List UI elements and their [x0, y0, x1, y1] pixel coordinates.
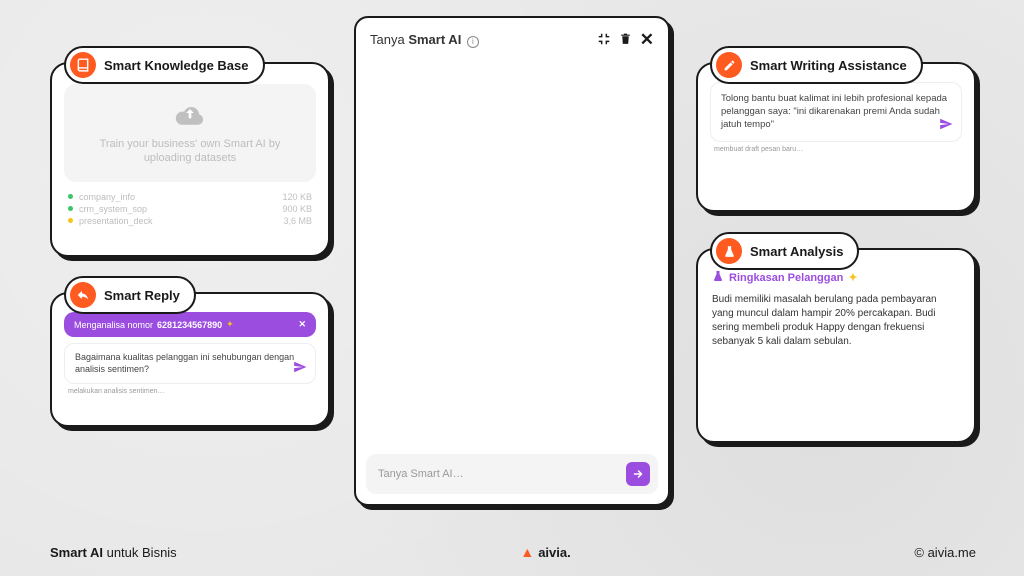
trash-icon[interactable] [619, 32, 632, 49]
footer-left: Smart AI untuk Bisnis [50, 545, 177, 560]
upload-zone[interactable]: Train your business' own Smart AI by upl… [64, 84, 316, 182]
analyzing-chip: Menganalisa nomor 6281234567890 ✦ ✕ [64, 312, 316, 337]
footer-right: © aivia.me [914, 545, 976, 560]
send-button[interactable] [626, 462, 650, 486]
flask-mini-icon [712, 270, 724, 285]
upload-icon [80, 100, 300, 131]
writing-card: Smart Writing Assistance Tolong bantu bu… [696, 62, 976, 212]
send-icon[interactable] [939, 117, 953, 136]
status-dot [68, 194, 73, 199]
chat-placeholder: Tanya Smart AI… [378, 468, 626, 480]
file-size: 120 KB [282, 192, 312, 202]
status-dot [68, 218, 73, 223]
file-row[interactable]: company_info 120 KB [68, 192, 312, 202]
upload-text: Train your business' own Smart AI by upl… [80, 137, 300, 166]
footer: Smart AI untuk Bisnis ▲ aivia. © aivia.m… [50, 544, 976, 560]
close-chip-icon[interactable]: ✕ [298, 319, 306, 330]
file-name: company_info [79, 192, 276, 202]
logo-icon: ▲ [520, 544, 534, 560]
chat-body [356, 62, 668, 444]
file-name: presentation_deck [79, 216, 277, 226]
file-row[interactable]: presentation_deck 3,6 MB [68, 216, 312, 226]
writing-header: Smart Writing Assistance [710, 46, 923, 84]
brand: ▲ aivia. [520, 544, 570, 560]
file-list: company_info 120 KB crm_system_sop 900 KB pr… [68, 192, 312, 226]
analysis-title: Smart Analysis [750, 244, 843, 259]
file-row[interactable]: crm_system_sop 900 KB [68, 204, 312, 214]
writing-status: membuat draft pesan baru… [714, 146, 958, 153]
knowledge-base-title: Smart Knowledge Base [104, 58, 249, 73]
pen-icon [716, 52, 742, 78]
reply-icon [70, 282, 96, 308]
flask-icon [716, 238, 742, 264]
sparkle-icon: ✦ [226, 319, 234, 330]
chat-panel: Tanya Smart AI i ✕ Tanya Smart AI… [354, 16, 670, 506]
file-size: 3,6 MB [283, 216, 312, 226]
minimize-icon[interactable] [597, 32, 611, 49]
analysis-card: Smart Analysis Ringkasan Pelanggan ✦ Bud… [696, 248, 976, 443]
send-icon[interactable] [293, 360, 307, 378]
writing-title: Smart Writing Assistance [750, 58, 907, 73]
knowledge-base-header: Smart Knowledge Base [64, 46, 265, 84]
analyzing-prefix: Menganalisa nomor [74, 320, 153, 330]
close-icon[interactable]: ✕ [640, 30, 654, 50]
phone-number: 6281234567890 [157, 320, 222, 330]
info-icon[interactable]: i [467, 36, 479, 48]
sparkle-icon: ✦ [848, 271, 857, 284]
chat-header: Tanya Smart AI i ✕ [356, 18, 668, 62]
status-dot [68, 206, 73, 211]
file-name: crm_system_sop [79, 204, 276, 214]
smart-reply-header: Smart Reply [64, 276, 196, 314]
reply-status: melakukan analisis sentimen… [68, 388, 312, 395]
smart-reply-card: Smart Reply Menganalisa nomor 6281234567… [50, 292, 330, 427]
book-icon [70, 52, 96, 78]
chat-title: Tanya Smart AI i [370, 32, 479, 48]
analysis-section-title: Ringkasan Pelanggan ✦ [712, 270, 960, 285]
chat-input[interactable]: Tanya Smart AI… [366, 454, 658, 494]
analysis-text: Budi memiliki masalah berulang pada pemb… [712, 293, 960, 349]
knowledge-base-card: Smart Knowledge Base Train your business… [50, 62, 330, 257]
analysis-header: Smart Analysis [710, 232, 859, 270]
smart-reply-title: Smart Reply [104, 288, 180, 303]
reply-question: Bagaimana kualitas pelanggan ini sehubun… [64, 343, 316, 384]
writing-body: Tolong bantu buat kalimat ini lebih prof… [710, 82, 962, 142]
file-size: 900 KB [282, 204, 312, 214]
